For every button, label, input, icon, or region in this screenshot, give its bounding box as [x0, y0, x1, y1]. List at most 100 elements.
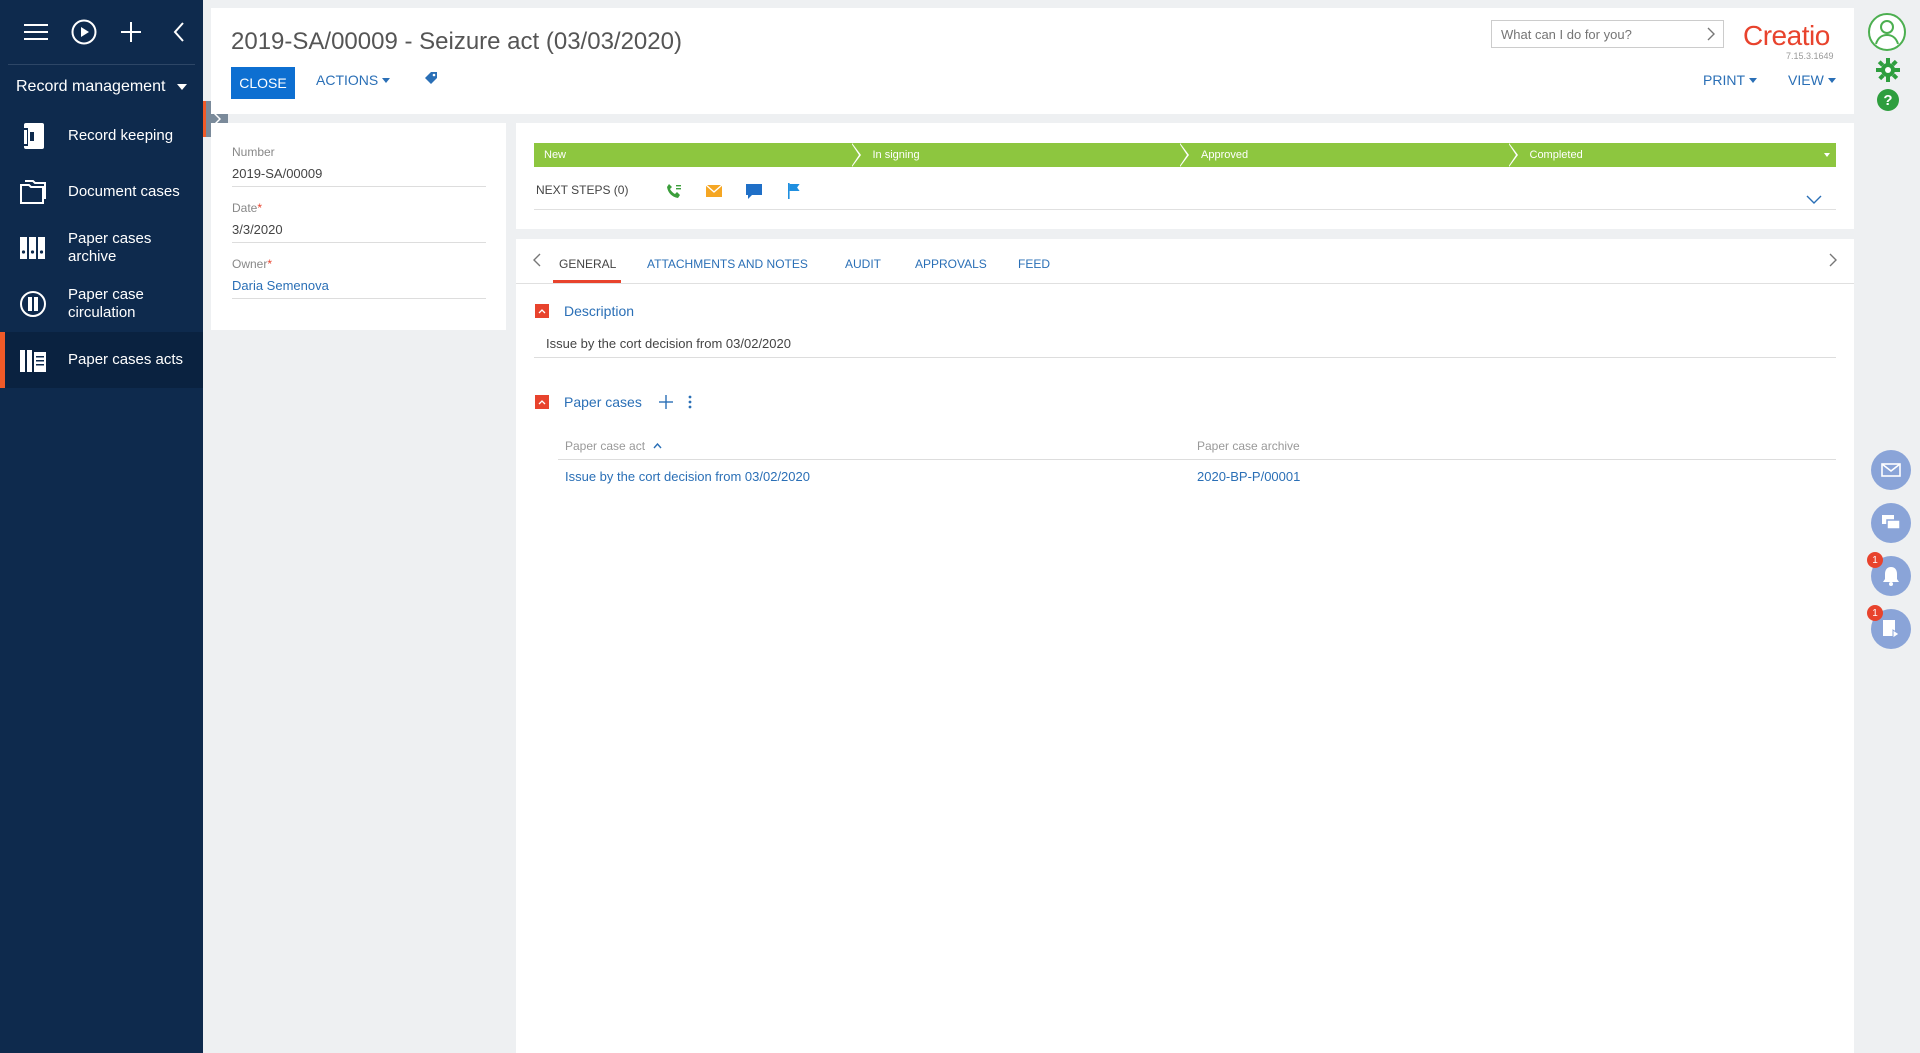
- flag-icon[interactable]: [784, 181, 804, 201]
- next-steps-actions: [664, 181, 804, 201]
- column-header-paper-case-act[interactable]: Paper case act: [565, 439, 662, 453]
- sidebar-item-paper-cases-archive[interactable]: Paper cases archive: [0, 220, 203, 276]
- paper-case-archive-link[interactable]: 2020-BP-P/00001: [1197, 469, 1300, 484]
- profile-avatar-icon[interactable]: [1867, 12, 1907, 55]
- sidebar-item-record-keeping[interactable]: Record keeping: [0, 108, 203, 164]
- close-button[interactable]: CLOSE: [231, 67, 295, 99]
- description-text[interactable]: Issue by the cort decision from 03/02/20…: [546, 336, 791, 351]
- sidebar-item-document-cases[interactable]: Document cases: [0, 164, 203, 220]
- paper-case-act-link[interactable]: Issue by the cort decision from 03/02/20…: [565, 469, 810, 484]
- date-value[interactable]: 3/3/2020: [232, 217, 486, 243]
- comment-icon[interactable]: [744, 181, 764, 201]
- stage-new[interactable]: New: [534, 143, 860, 167]
- stage-in-signing[interactable]: In signing: [850, 143, 1189, 167]
- date-field: Date* 3/3/2020: [232, 201, 486, 257]
- more-options-icon[interactable]: [688, 395, 692, 412]
- chevron-down-icon: [382, 77, 391, 83]
- envelope-icon: [1881, 463, 1901, 477]
- command-search[interactable]: [1491, 20, 1724, 48]
- workplace-label: Record management: [16, 77, 166, 95]
- field-label: Owner*: [232, 257, 273, 271]
- document-play-icon: [1883, 620, 1900, 639]
- chat-panel-button[interactable]: [1871, 503, 1911, 543]
- collapse-icon[interactable]: [535, 304, 549, 318]
- actions-label: ACTIONS: [316, 72, 379, 88]
- print-button[interactable]: PRINT: [1703, 72, 1757, 88]
- email-icon[interactable]: [704, 181, 724, 201]
- stage-completed[interactable]: Completed: [1507, 143, 1836, 167]
- field-label: Number: [232, 145, 275, 159]
- sidebar-item-label: Paper cases acts: [68, 351, 184, 368]
- chevron-down-icon[interactable]: [1806, 192, 1822, 207]
- tab-audit[interactable]: AUDIT: [845, 257, 881, 271]
- hamburger-menu-icon[interactable]: [12, 12, 60, 52]
- chat-icon: [1882, 515, 1901, 530]
- notifications-badge: 1: [1867, 552, 1883, 568]
- tag-icon: [425, 72, 437, 84]
- workplace-selector[interactable]: Record management: [8, 64, 195, 108]
- actions-button[interactable]: ACTIONS: [316, 72, 391, 88]
- tab-general[interactable]: GENERAL: [559, 257, 616, 271]
- chevron-down-icon: [1824, 153, 1830, 157]
- chevron-left-icon[interactable]: [533, 253, 541, 270]
- chevron-down-icon: [177, 83, 188, 90]
- tab-feed[interactable]: FEED: [1018, 257, 1050, 271]
- number-value[interactable]: 2019-SA/00009: [232, 161, 486, 187]
- tasks-panel-button[interactable]: 1: [1867, 605, 1911, 649]
- group-title: Paper cases: [564, 394, 642, 410]
- chevron-right-icon[interactable]: [1829, 253, 1837, 270]
- page-title: 2019-SA/00009 - Seizure act (03/03/2020): [231, 28, 682, 55]
- creatio-logo: Creatio: [1743, 20, 1830, 51]
- sidebar-item-label: Document cases: [68, 183, 180, 200]
- next-steps-label[interactable]: NEXT STEPS (0): [536, 183, 628, 197]
- group-title: Description: [564, 303, 635, 319]
- divider: [534, 357, 1836, 358]
- sidebar-item-label: Record keeping: [68, 127, 174, 144]
- chevron-right-icon[interactable]: [1707, 27, 1715, 41]
- binders-icon: [18, 233, 48, 263]
- tab-approvals[interactable]: APPROVALS: [915, 257, 987, 271]
- required-mark: *: [257, 201, 263, 215]
- sidebar-item-label: Paper case circulation: [68, 286, 144, 321]
- acts-icon: [18, 345, 48, 375]
- sidebar-item-paper-cases-acts[interactable]: Paper cases acts: [0, 332, 203, 388]
- circulation-icon: [18, 289, 48, 319]
- active-tab-indicator: [553, 280, 621, 283]
- collapse-left-icon[interactable]: [155, 12, 203, 52]
- field-label: Date*: [232, 201, 263, 215]
- play-process-icon[interactable]: [60, 12, 108, 52]
- tag-button[interactable]: [423, 71, 439, 85]
- owner-field: Owner* Daria Semenova: [232, 257, 486, 313]
- sidebar-toolbar: [0, 0, 203, 64]
- collapse-icon[interactable]: [535, 395, 549, 409]
- stage-panel: New In signing Approved Completed NEXT S…: [516, 123, 1854, 229]
- view-button[interactable]: VIEW: [1788, 72, 1836, 88]
- description-group-header[interactable]: Description: [535, 303, 634, 319]
- main-sidebar: Record management Record keeping Documen…: [0, 0, 203, 1053]
- bell-icon: [1883, 567, 1899, 586]
- page-header: 2019-SA/00009 - Seizure act (03/03/2020)…: [211, 8, 1854, 114]
- add-icon[interactable]: [108, 12, 156, 52]
- help-icon[interactable]: ?: [1876, 88, 1900, 115]
- folders-icon: [18, 177, 48, 207]
- chevron-down-icon: [1749, 77, 1757, 83]
- notifications-button[interactable]: 1: [1867, 552, 1911, 596]
- email-panel-button[interactable]: [1871, 450, 1911, 490]
- divider: [534, 209, 1836, 210]
- search-input[interactable]: [1501, 26, 1691, 42]
- sidebar-item-paper-case-circulation[interactable]: Paper case circulation: [0, 276, 203, 332]
- add-icon[interactable]: [659, 395, 673, 412]
- tab-attachments-and-notes[interactable]: ATTACHMENTS AND NOTES: [647, 257, 808, 271]
- print-label: PRINT: [1703, 72, 1745, 88]
- column-header-paper-case-archive[interactable]: Paper case archive: [1197, 439, 1300, 453]
- gear-icon[interactable]: [1876, 58, 1900, 85]
- version-label: 7.15.3.1649: [1786, 51, 1834, 61]
- stage-approved[interactable]: Approved: [1179, 143, 1517, 167]
- phone-call-icon[interactable]: [664, 181, 684, 201]
- right-rail: ? 1 1: [1854, 0, 1920, 1053]
- paper-cases-group-header[interactable]: Paper cases: [535, 394, 642, 410]
- sidebar-item-label: Paper cases archive: [68, 230, 152, 265]
- view-label: VIEW: [1788, 72, 1824, 88]
- record-keeping-icon: [18, 121, 48, 151]
- owner-link[interactable]: Daria Semenova: [232, 273, 486, 299]
